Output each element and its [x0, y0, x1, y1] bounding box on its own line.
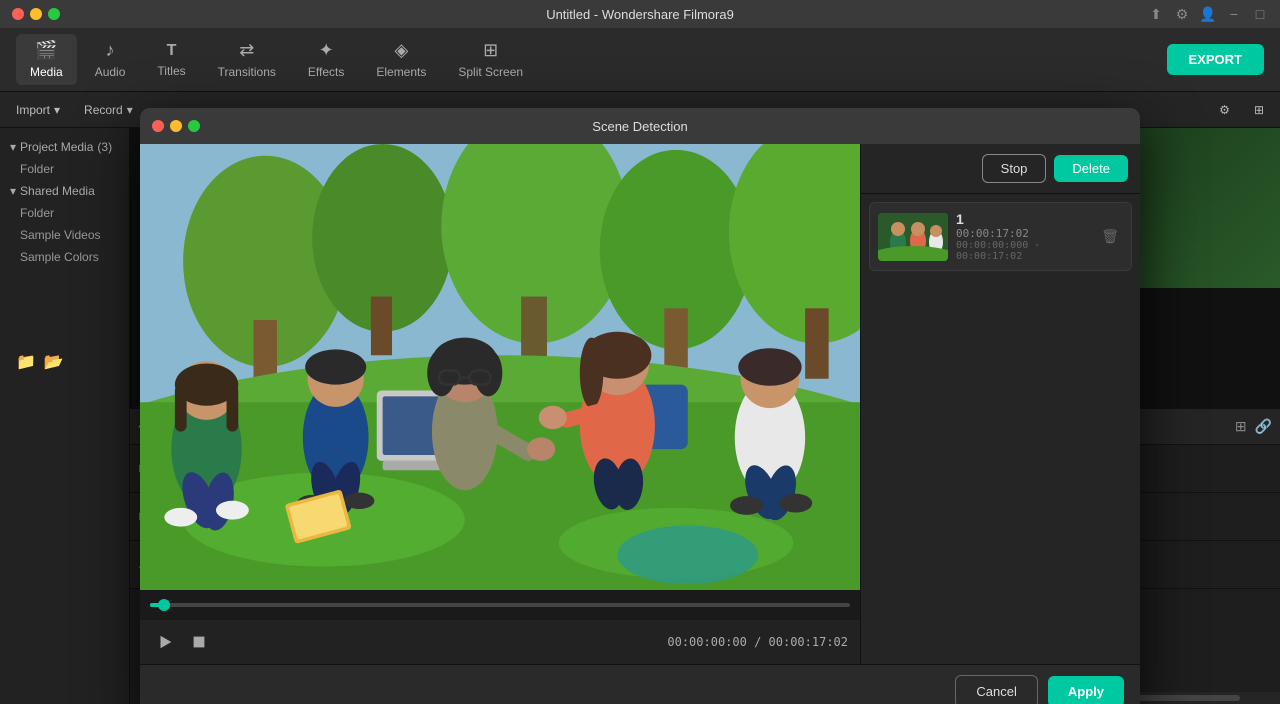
modal-footer: Cancel Apply	[140, 664, 1140, 704]
scene-number: 1	[956, 211, 1089, 227]
scene-duration: 00:00:17:02	[956, 227, 1089, 240]
modal-video-controls: 00:00:00:00 / 00:00:17:02	[140, 620, 860, 664]
scene-thumb-image	[878, 213, 948, 261]
minimize-icon[interactable]: −	[1226, 6, 1242, 22]
close-button[interactable]	[12, 8, 24, 20]
scene-delete-button[interactable]: 🗑	[1097, 226, 1123, 247]
modal-traffic-lights	[152, 120, 200, 132]
modal-body: 00:00:00:00 / 00:00:17:02 Stop Delete	[140, 144, 1140, 664]
scene-item[interactable]: 1 00:00:17:02 00:00:00:000 - 00:00:17:02…	[869, 202, 1132, 271]
scrubber-thumb[interactable]	[158, 599, 170, 611]
share-icon[interactable]: ⬆	[1148, 6, 1164, 22]
modal-scenes-header: Stop Delete	[861, 144, 1140, 194]
scrubber-bar[interactable]	[150, 603, 850, 607]
maximize-button[interactable]	[48, 8, 60, 20]
scene-thumbnail	[878, 213, 948, 261]
modal-maximize-button[interactable]	[188, 120, 200, 132]
scene-detection-modal: Scene Detection	[140, 108, 1140, 704]
modal-titlebar: Scene Detection	[140, 108, 1140, 144]
scene-info: 1 00:00:17:02 00:00:00:000 - 00:00:17:02	[956, 211, 1089, 262]
modal-video-frame	[140, 144, 860, 590]
modal-scenes-section: Stop Delete	[860, 144, 1140, 664]
stop-button[interactable]	[186, 629, 212, 655]
settings-icon[interactable]: ⚙	[1174, 6, 1190, 22]
play-icon	[161, 636, 172, 649]
apply-button[interactable]: Apply	[1048, 676, 1124, 704]
video-scene	[140, 144, 860, 590]
modal-title: Scene Detection	[592, 119, 687, 134]
modal-overlay: Scene Detection	[0, 28, 1280, 704]
title-bar: Untitled - Wondershare Filmora9 ⬆ ⚙ 👤 − …	[0, 0, 1280, 28]
cancel-button[interactable]: Cancel	[955, 675, 1037, 704]
video-timecode: 00:00:00:00 / 00:00:17:02	[667, 635, 848, 649]
stop-button[interactable]: Stop	[982, 154, 1047, 183]
account-icon[interactable]: 👤	[1200, 6, 1216, 22]
stop-icon	[194, 637, 205, 648]
delete-button[interactable]: Delete	[1054, 155, 1128, 182]
scene-range: 00:00:00:000 - 00:00:17:02	[956, 240, 1089, 262]
title-bar-icons: ⬆ ⚙ 👤 − □	[1148, 6, 1268, 22]
scenes-list: 1 00:00:17:02 00:00:00:000 - 00:00:17:02…	[861, 194, 1140, 664]
window-icon[interactable]: □	[1252, 6, 1268, 22]
modal-video-scrubber[interactable]	[140, 590, 860, 620]
minimize-button[interactable]	[30, 8, 42, 20]
play-button[interactable]	[152, 629, 178, 655]
modal-minimize-button[interactable]	[170, 120, 182, 132]
app-title: Untitled - Wondershare Filmora9	[546, 7, 734, 22]
traffic-lights	[12, 8, 60, 20]
modal-video-section: 00:00:00:00 / 00:00:17:02	[140, 144, 860, 664]
modal-close-button[interactable]	[152, 120, 164, 132]
